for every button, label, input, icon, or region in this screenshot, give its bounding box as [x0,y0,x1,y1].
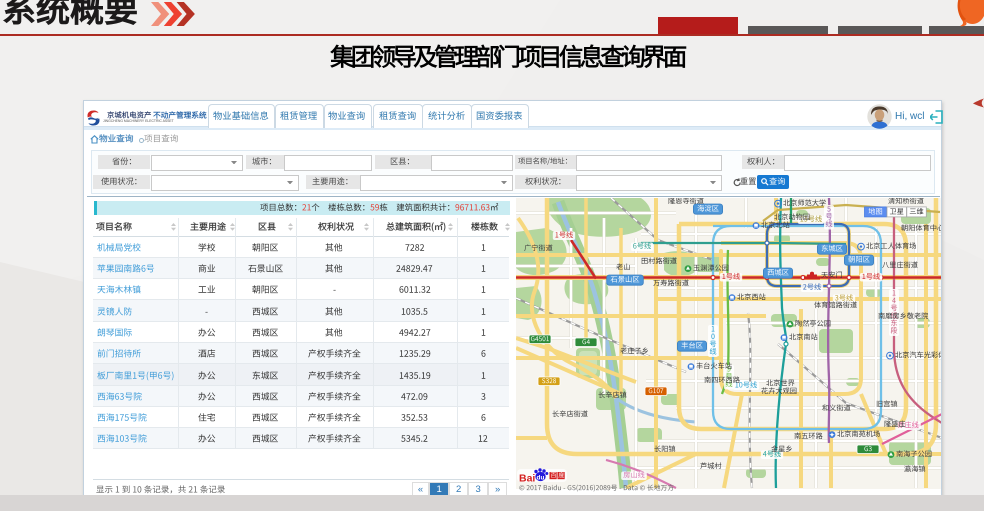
svg-text:du: du [536,474,544,481]
svg-text:Bai: Bai [519,473,535,484]
